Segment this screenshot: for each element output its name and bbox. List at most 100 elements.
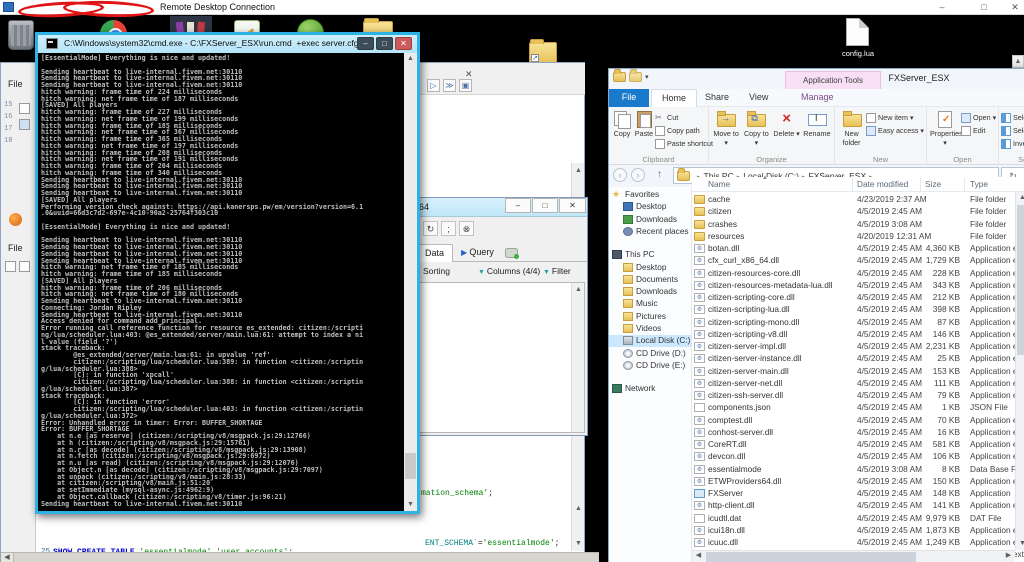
- column-header-size[interactable]: Size: [925, 179, 941, 189]
- file-row[interactable]: components.json 4/5/2019 2:45 AM 1 KB JSON …: [692, 402, 1024, 414]
- sidebar-item-pictures[interactable]: Pictures: [609, 311, 691, 323]
- sidebar-item-cd-drive-d-[interactable]: CD Drive (D:): [609, 348, 691, 360]
- file-row[interactable]: ⚙ CoreRT.dll 4/5/2019 2:45 AM 581 KB Applica…: [692, 439, 1024, 451]
- console-scrollbar[interactable]: ▲ ▼: [404, 53, 417, 511]
- ribbon-button-paste-shortcut[interactable]: Paste shortcut: [655, 137, 713, 150]
- sidebar-item-this-pc[interactable]: This PC: [609, 249, 691, 261]
- close-panel-icon[interactable]: ✕: [465, 69, 473, 80]
- scroll-left-icon[interactable]: ◀: [692, 551, 705, 561]
- tab-file[interactable]: File: [609, 89, 649, 107]
- file-row[interactable]: ⚙ citizen-resources-core.dll 4/5/2019 2:45…: [692, 268, 1024, 280]
- child-minimize-button[interactable]: –: [505, 198, 531, 213]
- scroll-up-icon[interactable]: ▲: [572, 503, 585, 515]
- tab-share[interactable]: Share: [695, 89, 739, 107]
- filter-button[interactable]: ▼ Filter: [543, 266, 571, 276]
- scroll-up-icon[interactable]: ▲: [572, 284, 585, 296]
- refresh-icon[interactable]: ↻: [423, 221, 438, 236]
- file-list-vertical-scrollbar[interactable]: ▲ ▼: [1015, 192, 1024, 550]
- sidebar-item-favorites[interactable]: ★ Favorites: [609, 189, 691, 201]
- file-row[interactable]: ⚙ citizen-server-impl.dll 4/5/2019 2:45 AM…: [692, 341, 1024, 353]
- sidebar-item-desktop[interactable]: Desktop: [609, 201, 691, 213]
- file-row[interactable]: ⚙ cfx_curl_x86_64.dll 4/5/2019 2:45 AM 1,72…: [692, 255, 1024, 267]
- heidisql-toolbar-icon[interactable]: [5, 261, 16, 272]
- scroll-up-icon[interactable]: ▲: [1016, 192, 1024, 204]
- file-row[interactable]: ⚙ ETWProviders64.dll 4/5/2019 2:45 AM 150 K…: [692, 476, 1024, 488]
- rdp-close-button[interactable]: ✕: [1006, 1, 1024, 14]
- file-row[interactable]: ⚙ citizen-scripting-v8.dll 4/5/2019 2:45 A…: [692, 329, 1024, 341]
- save-icon[interactable]: [19, 119, 30, 130]
- heidisql-file-menu[interactable]: File: [8, 79, 23, 89]
- sorting-button[interactable]: Sorting: [423, 266, 450, 276]
- folder-shortcut-icon[interactable]: ↗: [529, 39, 557, 64]
- sidebar-item-downloads[interactable]: Downloads: [609, 214, 691, 226]
- cmd-maximize-button[interactable]: □: [376, 37, 393, 50]
- scroll-right-icon[interactable]: ▶: [1002, 551, 1015, 561]
- file-row[interactable]: ⚙ citizen-server-net.dll 4/5/2019 2:45 AM 1…: [692, 378, 1024, 390]
- scrollbar-thumb[interactable]: [405, 453, 416, 479]
- data-grid-scrollbar[interactable]: ▲: [571, 283, 584, 432]
- background-scrollbar-arrow[interactable]: ▲: [1012, 55, 1024, 68]
- ribbon-button-copy-path[interactable]: Copy path: [655, 124, 713, 137]
- export-icon[interactable]: ▣: [459, 79, 472, 92]
- qat-new-folder-icon[interactable]: [629, 69, 642, 82]
- tab-home[interactable]: Home: [651, 89, 698, 107]
- column-header-name[interactable]: Name: [708, 179, 730, 189]
- file-row[interactable]: ⚙ citizen-scripting-core.dll 4/5/2019 2:45…: [692, 292, 1024, 304]
- file-row[interactable]: ⚙ icui18n.dll 4/5/2019 2:45 AM 1,873 KB Appl…: [692, 525, 1024, 537]
- file-row[interactable]: ⚙ essentialmode 4/5/2019 3:08 AM 8 KB Data B…: [692, 464, 1024, 476]
- ribbon-button-invert-selection[interactable]: Invert selection: [1001, 137, 1024, 150]
- sidebar-item-network[interactable]: Network: [609, 383, 691, 395]
- forward-icon[interactable]: ›: [631, 168, 645, 182]
- back-icon[interactable]: ‹: [613, 168, 627, 182]
- child-close-button[interactable]: ✕: [559, 198, 586, 213]
- file-list-horizontal-scrollbar[interactable]: ◀ ▶: [692, 550, 1015, 562]
- file-row[interactable]: resources 4/20/2019 12:31 AM File folder: [692, 231, 1024, 243]
- up-icon[interactable]: ↑: [657, 169, 662, 180]
- rdp-maximize-button[interactable]: □: [972, 1, 996, 14]
- file-row[interactable]: ⚙ devcon.dll 4/5/2019 2:45 AM 106 KB Applica…: [692, 451, 1024, 463]
- sidebar-item-documents[interactable]: Documents: [609, 274, 691, 286]
- ribbon-button-edit[interactable]: Edit: [961, 124, 996, 137]
- console-output[interactable]: [EssentialMode] Everything is nice and u…: [38, 53, 417, 511]
- column-header-type[interactable]: Type: [970, 179, 988, 189]
- tab-data[interactable]: Data: [416, 244, 454, 262]
- scroll-down-icon[interactable]: ▼: [1016, 538, 1024, 550]
- child-maximize-button[interactable]: □: [532, 198, 558, 213]
- heidisql-session-icon[interactable]: [9, 213, 22, 226]
- explorer-titlebar[interactable]: ▾ Application Tools FXServer_ESX: [609, 69, 1024, 89]
- qat-customize-icon[interactable]: ▾: [645, 73, 649, 81]
- sidebar-item-recent-places[interactable]: Recent places: [609, 226, 691, 238]
- sidebar-item-cd-drive-e-[interactable]: CD Drive (E:): [609, 360, 691, 372]
- file-row[interactable]: ⚙ icuuc.dll 4/5/2019 2:45 AM 1,249 KB Applic…: [692, 537, 1024, 549]
- sidebar-item-music[interactable]: Music: [609, 298, 691, 310]
- file-row[interactable]: ⚙ conhost-server.dll 4/5/2019 2:45 AM 16 KB…: [692, 427, 1024, 439]
- file-row[interactable]: ⚙ comptest.dll 4/5/2019 2:45 AM 70 KB Applic…: [692, 415, 1024, 427]
- file-row[interactable]: ⚙ citizen-scripting-lua.dll 4/5/2019 2:45 …: [692, 304, 1024, 316]
- sidebar-item-local-disk-c-[interactable]: Local Disk (C:): [609, 335, 691, 348]
- ribbon-button-select-all[interactable]: Select all: [1001, 111, 1024, 124]
- file-row[interactable]: FXServer 4/5/2019 2:45 AM 148 KB Applicatio…: [692, 488, 1024, 500]
- config-lua-file-icon[interactable]: [846, 18, 869, 46]
- scroll-up-icon[interactable]: ▲: [572, 165, 585, 177]
- run-icon[interactable]: ▷: [427, 79, 440, 92]
- scrollbar-thumb[interactable]: [1017, 205, 1024, 355]
- ribbon-button-open[interactable]: Open ▾: [961, 111, 996, 124]
- ribbon-button-cut[interactable]: ✂ Cut: [655, 111, 713, 124]
- sidebar-item-videos[interactable]: Videos: [609, 323, 691, 335]
- column-header-date[interactable]: Date modified: [857, 179, 908, 189]
- cmd-minimize-button[interactable]: –: [357, 37, 374, 50]
- scroll-left-icon[interactable]: ◀: [1, 553, 14, 562]
- recycle-bin-icon[interactable]: [8, 20, 34, 50]
- file-row[interactable]: icudtl.dat 4/5/2019 2:45 AM 9,979 KB DAT Fi…: [692, 513, 1024, 525]
- sidebar-item-desktop[interactable]: Desktop: [609, 262, 691, 274]
- tab-view[interactable]: View: [739, 89, 778, 107]
- tab-query[interactable]: ▶ Query: [453, 244, 502, 262]
- file-row[interactable]: ⚙ citizen-server-main.dll 4/5/2019 2:45 AM…: [692, 366, 1024, 378]
- pause-icon[interactable]: ;: [441, 221, 456, 236]
- scroll-down-icon[interactable]: ▼: [572, 538, 585, 550]
- file-row[interactable]: citizen 4/5/2019 2:45 AM File folder: [692, 206, 1024, 218]
- run-all-icon[interactable]: ≫: [443, 79, 456, 92]
- columns-button[interactable]: ▼ Columns (4/4): [478, 266, 540, 276]
- ribbon-button-easy-access[interactable]: Easy access ▾: [866, 124, 924, 137]
- file-row[interactable]: crashes 4/5/2019 3:08 AM File folder: [692, 219, 1024, 231]
